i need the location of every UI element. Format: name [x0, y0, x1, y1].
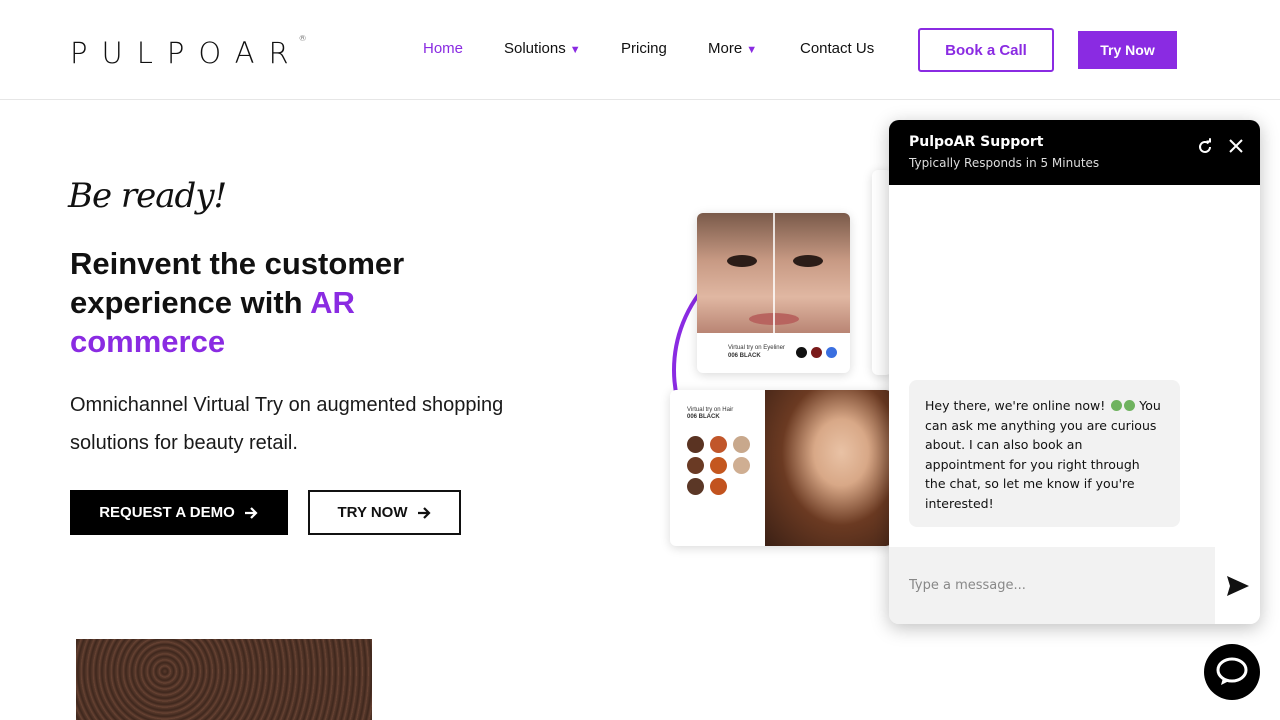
- try-now-nav-button[interactable]: Try Now: [1078, 31, 1177, 69]
- face-photo: [697, 213, 850, 333]
- online-dot-icon: [1111, 400, 1123, 411]
- book-a-call-button[interactable]: Book a Call: [918, 28, 1054, 72]
- message-input[interactable]: [889, 547, 1215, 624]
- chat-launcher-button[interactable]: [1204, 644, 1260, 700]
- hero-headline: Reinvent the customer experience with AR…: [70, 244, 490, 361]
- nav-contact-us[interactable]: Contact Us: [800, 40, 874, 57]
- request-demo-button[interactable]: REQUEST A DEMO: [70, 490, 288, 535]
- hair-swatch[interactable]: [687, 436, 704, 453]
- nav-solutions-label: Solutions: [504, 40, 566, 57]
- registered-mark: ®: [298, 34, 307, 43]
- message-greeting: Hey there, we're online now!: [925, 398, 1110, 413]
- try-now-label: TRY NOW: [337, 504, 408, 521]
- chat-message: Hey there, we're online now! You can ask…: [909, 380, 1180, 527]
- hair-swatch[interactable]: [733, 457, 750, 474]
- chat-bubble-icon: [1216, 657, 1248, 685]
- nav-pricing[interactable]: Pricing: [621, 40, 667, 57]
- compare-slider[interactable]: [773, 213, 775, 333]
- hair-swatch[interactable]: [733, 436, 750, 453]
- message-body: You can ask me anything you are curious …: [925, 398, 1161, 511]
- logo-text: PULPOAR: [70, 36, 303, 70]
- hair-model-photo: [765, 390, 892, 546]
- support-chat-widget: PulpoAR Support Typically Responds in 5 …: [889, 120, 1260, 624]
- hair-shade: 006 BLACK: [687, 414, 720, 420]
- nav-solutions[interactable]: Solutions ▼: [504, 40, 581, 57]
- refresh-icon[interactable]: [1196, 138, 1214, 161]
- request-demo-label: REQUEST A DEMO: [99, 504, 235, 521]
- arrow-right-icon: [417, 506, 431, 519]
- hair-tryon-card: Virtual try on Hair 006 BLACK: [670, 390, 892, 546]
- eyeliner-label: Virtual try on Eyeliner: [728, 345, 785, 351]
- swatch-blue[interactable]: [826, 347, 837, 358]
- try-now-hero-button[interactable]: TRY NOW: [308, 490, 461, 535]
- hair-label: Virtual try on Hair: [687, 407, 734, 413]
- hair-swatch[interactable]: [710, 436, 727, 453]
- hair-swatch[interactable]: [710, 457, 727, 474]
- swatch-red[interactable]: [811, 347, 822, 358]
- pulpoar-logo[interactable]: PULPOAR ®: [70, 34, 307, 70]
- hair-swatch[interactable]: [710, 478, 727, 495]
- left-eye: [727, 255, 757, 267]
- eyeliner-shade: 006 BLACK: [728, 353, 761, 359]
- caret-down-icon: ▼: [746, 44, 758, 56]
- hair-texture-image: [76, 639, 372, 720]
- nav-more[interactable]: More ▼: [708, 40, 757, 57]
- chat-title: PulpoAR Support: [909, 134, 1044, 150]
- chat-input-row: [889, 547, 1260, 624]
- arrow-right-icon: [244, 506, 258, 519]
- caret-down-icon: ▼: [569, 44, 581, 56]
- be-ready-script: Be ready!: [68, 176, 227, 216]
- close-icon[interactable]: [1228, 138, 1244, 159]
- online-dot-icon: [1124, 400, 1136, 411]
- right-eye: [793, 255, 823, 267]
- hero-subtext: Omnichannel Virtual Try on augmented sho…: [70, 394, 504, 454]
- chat-subtitle: Typically Responds in 5 Minutes: [909, 156, 1100, 170]
- send-icon: [1226, 575, 1249, 596]
- swatch-black[interactable]: [796, 347, 807, 358]
- eyeliner-tryon-card: Virtual try on Eyeliner 006 BLACK: [697, 213, 850, 373]
- nav-home[interactable]: Home: [423, 40, 463, 57]
- hair-swatch[interactable]: [687, 478, 704, 495]
- send-button[interactable]: [1215, 547, 1260, 624]
- top-navigation: PULPOAR ® Home Solutions ▼ Pricing More ▼ C…: [0, 0, 1280, 100]
- chat-header: PulpoAR Support Typically Responds in 5 …: [889, 120, 1260, 185]
- hair-swatch[interactable]: [687, 457, 704, 474]
- nav-more-label: More: [708, 40, 743, 57]
